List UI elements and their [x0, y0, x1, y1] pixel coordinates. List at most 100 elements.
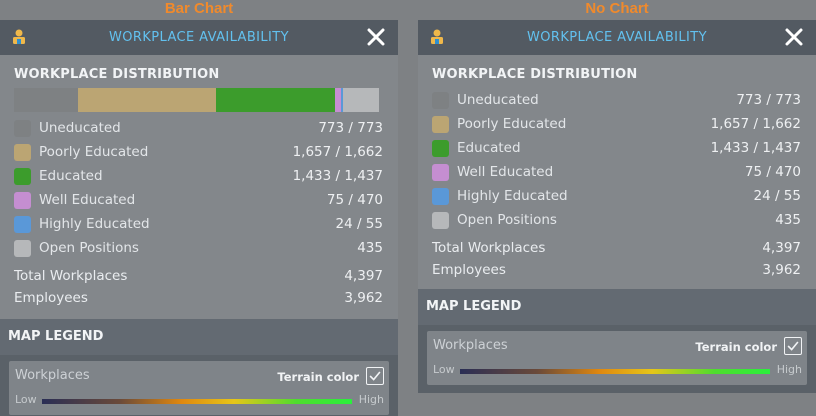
row-label: Well Educated — [457, 164, 554, 180]
legend-high-label: High — [358, 393, 384, 406]
legend-title: Workplaces — [15, 368, 90, 383]
row-label: Uneducated — [39, 120, 121, 136]
row-total-workplaces: Total Workplaces 4,397 — [14, 265, 383, 287]
row-value: 773 / 773 — [736, 92, 801, 108]
row-value: 3,962 — [762, 262, 801, 278]
row-highly-educated: Highly Educated 24 / 55 — [14, 212, 383, 236]
terrain-color-label: Terrain color — [277, 370, 359, 384]
row-value: 4,397 — [344, 268, 383, 284]
section-heading: WORKPLACE DISTRIBUTION — [432, 67, 638, 82]
row-label: Highly Educated — [39, 216, 150, 232]
row-label: Educated — [39, 168, 103, 184]
bar-segment-educated — [215, 88, 335, 112]
swatch-highly-educated — [432, 187, 449, 205]
row-label: Employees — [14, 290, 88, 306]
swatch-open-positions — [432, 211, 449, 229]
legend-low-label: Low — [433, 363, 455, 376]
bar-segment-uneducated — [14, 88, 79, 112]
panel-title: WORKPLACE AVAILABILITY — [527, 30, 707, 45]
legend-title: Workplaces — [433, 338, 508, 353]
row-value: 1,433 / 1,437 — [710, 140, 801, 156]
swatch-well-educated — [14, 191, 31, 209]
row-value: 3,962 — [344, 290, 383, 306]
row-value: 1,657 / 1,662 — [292, 144, 383, 160]
map-legend: Workplaces Terrain color Low High — [0, 355, 398, 416]
totals: Total Workplaces 4,397 Employees 3,962 — [14, 265, 383, 309]
terrain-color-checkbox[interactable] — [784, 337, 802, 355]
workplace-panel-no-chart: WORKPLACE AVAILABILITY WORKPLACE DISTRIB… — [418, 20, 816, 393]
row-uneducated: Uneducated 773 / 773 — [14, 116, 383, 140]
row-label: Well Educated — [39, 192, 136, 208]
row-label: Uneducated — [457, 92, 539, 108]
legend-high-label: High — [776, 363, 802, 376]
row-label: Total Workplaces — [432, 240, 546, 256]
row-label: Total Workplaces — [14, 268, 128, 284]
row-uneducated: Uneducated 773 / 773 — [432, 88, 801, 112]
row-value: 75 / 470 — [326, 192, 383, 208]
swatch-poorly-educated — [432, 115, 449, 133]
legend-low-label: Low — [15, 393, 37, 406]
row-educated: Educated 1,433 / 1,437 — [14, 164, 383, 188]
workplace-panel-bar-chart: WORKPLACE AVAILABILITY WORKPLACE DISTRIB… — [0, 20, 398, 416]
row-well-educated: Well Educated 75 / 470 — [432, 160, 801, 184]
row-value: 4,397 — [762, 240, 801, 256]
bar-segment-open-positions — [342, 88, 379, 112]
row-educated: Educated 1,433 / 1,437 — [432, 136, 801, 160]
row-employees: Employees 3,962 — [14, 287, 383, 309]
section-heading: WORKPLACE DISTRIBUTION — [14, 67, 220, 82]
row-open-positions: Open Positions 435 — [14, 236, 383, 260]
swatch-educated — [14, 167, 31, 185]
legend-gradient — [460, 369, 770, 374]
panel-titlebar: WORKPLACE AVAILABILITY — [0, 20, 398, 55]
panel-title: WORKPLACE AVAILABILITY — [109, 30, 289, 45]
distribution-list: Uneducated 773 / 773 Poorly Educated 1,6… — [14, 116, 383, 260]
row-value: 435 — [775, 212, 801, 228]
swatch-open-positions — [14, 239, 31, 257]
close-icon[interactable] — [784, 27, 804, 47]
swatch-highly-educated — [14, 215, 31, 233]
row-highly-educated: Highly Educated 24 / 55 — [432, 184, 801, 208]
row-value: 1,433 / 1,437 — [292, 168, 383, 184]
row-poorly-educated: Poorly Educated 1,657 / 1,662 — [14, 140, 383, 164]
row-open-positions: Open Positions 435 — [432, 208, 801, 232]
swatch-uneducated — [14, 119, 31, 137]
row-label: Open Positions — [39, 240, 139, 256]
row-well-educated: Well Educated 75 / 470 — [14, 188, 383, 212]
legend-workplaces: Workplaces Terrain color Low High — [427, 331, 807, 385]
map-legend-heading: MAP LEGEND — [0, 319, 398, 355]
row-value: 435 — [357, 240, 383, 256]
caption-no-chart: No Chart — [585, 0, 649, 17]
legend-workplaces: Workplaces Terrain color Low High — [9, 361, 389, 415]
map-legend: Workplaces Terrain color Low High — [418, 325, 816, 393]
terrain-color-checkbox[interactable] — [366, 367, 384, 385]
distribution-bar-chart — [14, 88, 379, 112]
swatch-uneducated — [432, 91, 449, 109]
row-label: Highly Educated — [457, 188, 568, 204]
row-label: Poorly Educated — [457, 116, 567, 132]
bar-segment-poorly-educated — [78, 88, 216, 112]
row-label: Employees — [432, 262, 506, 278]
caption-bar-chart: Bar Chart — [164, 0, 234, 17]
row-label: Educated — [457, 140, 521, 156]
totals: Total Workplaces 4,397 Employees 3,962 — [432, 237, 801, 281]
row-label: Open Positions — [457, 212, 557, 228]
row-value: 1,657 / 1,662 — [710, 116, 801, 132]
row-employees: Employees 3,962 — [432, 259, 801, 281]
row-total-workplaces: Total Workplaces 4,397 — [432, 237, 801, 259]
row-poorly-educated: Poorly Educated 1,657 / 1,662 — [432, 112, 801, 136]
terrain-color-label: Terrain color — [695, 340, 777, 354]
legend-gradient — [42, 399, 352, 404]
map-legend-heading: MAP LEGEND — [418, 289, 816, 325]
panel-body: WORKPLACE DISTRIBUTION Uneducated 773 / … — [0, 55, 398, 319]
row-value: 773 / 773 — [318, 120, 383, 136]
panel-body: WORKPLACE DISTRIBUTION Uneducated 773 / … — [418, 55, 816, 289]
row-value: 24 / 55 — [753, 188, 802, 204]
swatch-educated — [432, 139, 449, 157]
row-value: 24 / 55 — [335, 216, 384, 232]
swatch-poorly-educated — [14, 143, 31, 161]
swatch-well-educated — [432, 163, 449, 181]
panel-titlebar: WORKPLACE AVAILABILITY — [418, 20, 816, 55]
distribution-list: Uneducated 773 / 773 Poorly Educated 1,6… — [432, 88, 801, 232]
row-value: 75 / 470 — [744, 164, 801, 180]
close-icon[interactable] — [366, 27, 386, 47]
